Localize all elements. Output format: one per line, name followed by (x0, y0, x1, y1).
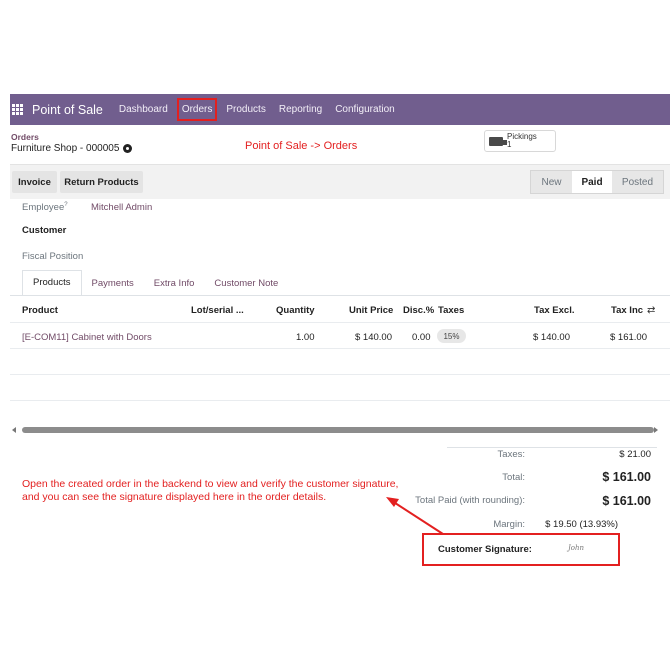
control-panel: Orders Furniture Shop - 000005 Point of … (10, 125, 670, 165)
status-bar: New Paid Posted (530, 170, 664, 194)
record-name: Furniture Shop - 000005 (11, 143, 120, 154)
annotation-title: Point of Sale -> Orders (245, 140, 358, 152)
screenshot-stage: Point of Sale Dashboard Orders Products … (0, 0, 670, 670)
top-navbar: Point of Sale Dashboard Orders Products … (10, 94, 670, 125)
status-paid[interactable]: Paid (572, 170, 612, 194)
action-bar: Invoice Return Products New Paid Posted (10, 165, 670, 199)
nav-item-configuration[interactable]: Configuration (333, 102, 396, 117)
pickings-count: 1 (507, 140, 512, 149)
invoice-button[interactable]: Invoice (12, 171, 57, 193)
customer-signature-image: John (568, 544, 585, 552)
annotation-arrow (386, 497, 444, 535)
pickings-text: Pickings 1 (507, 133, 537, 149)
breadcrumb-parent[interactable]: Orders (11, 132, 39, 142)
nav-item-products[interactable]: Products (224, 102, 267, 117)
customer-signature-highlight: Customer Signature: John (422, 533, 620, 566)
pickings-label: Pickings (507, 132, 537, 141)
app-brand[interactable]: Point of Sale (32, 103, 103, 117)
status-posted[interactable]: Posted (612, 170, 664, 194)
gear-icon[interactable] (123, 144, 133, 153)
status-new[interactable]: New (530, 170, 572, 194)
nav-item-reporting[interactable]: Reporting (277, 102, 324, 117)
customer-signature-label: Customer Signature: (438, 544, 532, 555)
pickings-smart-button[interactable]: Pickings 1 (484, 130, 556, 152)
truck-icon (489, 136, 507, 146)
nav-item-dashboard[interactable]: Dashboard (117, 102, 170, 117)
apps-grid-icon[interactable] (12, 104, 23, 115)
return-products-button[interactable]: Return Products (60, 171, 143, 193)
order-form: Employee? Mitchell Admin Customer Fiscal… (10, 199, 670, 570)
breadcrumb-current: Furniture Shop - 000005 (11, 143, 133, 154)
nav-item-orders[interactable]: Orders (176, 98, 218, 121)
